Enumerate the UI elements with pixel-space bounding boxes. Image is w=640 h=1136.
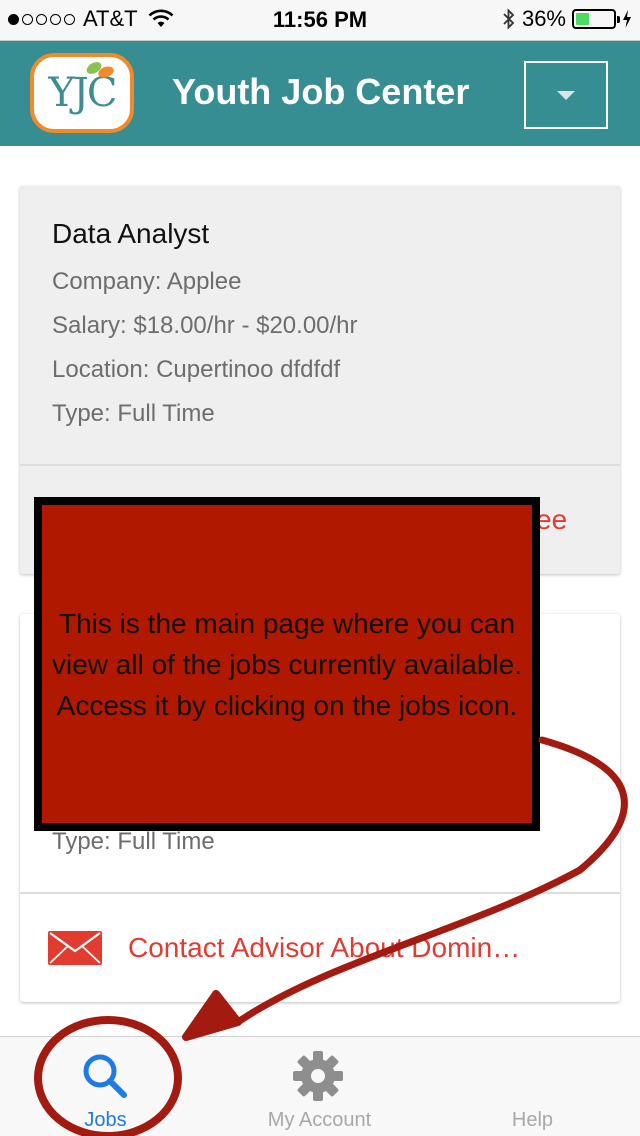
menu-dropdown-button[interactable]: [524, 61, 608, 129]
yjc-logo: YJC: [30, 53, 134, 133]
job-type: Type: Full Time: [52, 400, 215, 427]
job-title: Data Analyst: [52, 218, 210, 249]
mail-icon: [48, 931, 102, 965]
contact-advisor-label: ee: [536, 504, 568, 535]
job-salary: Salary: $18.00/hr - $20.00/hr: [52, 312, 358, 339]
tab-label: Help: [511, 1109, 554, 1131]
tutorial-tooltip: This is the main page where you can view…: [34, 497, 540, 831]
tab-help[interactable]: Help: [426, 1037, 639, 1136]
search-icon: [83, 1054, 127, 1098]
tab-label: My Account: [267, 1109, 372, 1131]
tab-my-account[interactable]: My Account: [213, 1037, 426, 1136]
chevron-down-icon: [557, 90, 575, 100]
status-right: 36%: [502, 6, 632, 32]
app-title: Youth Job Center: [172, 71, 470, 112]
tab-bar: Jobs My Account Help: [0, 1036, 640, 1136]
charging-icon: [623, 10, 631, 28]
app-header: YJC Youth Job Center: [0, 40, 640, 146]
battery-fill: [576, 13, 589, 25]
contact-advisor-button[interactable]: Contact Advisor About Domin…: [20, 894, 620, 1002]
status-bar: AT&T 11:56 PM 36%: [0, 0, 640, 40]
battery-icon: [572, 9, 620, 29]
job-info: Data Analyst Company: Applee Salary: $18…: [52, 218, 600, 436]
bluetooth-icon: [503, 8, 515, 30]
tab-label: Jobs: [84, 1109, 127, 1131]
app-screen: AT&T 11:56 PM 36% YJC Youth Job Center D…: [0, 0, 640, 1136]
job-location: Location: Cupertinoo dfdfdf: [52, 356, 341, 383]
gear-icon: [293, 1051, 343, 1101]
contact-advisor-label: Contact Advisor About Domin…: [128, 932, 521, 963]
battery-percent: 36%: [521, 6, 566, 31]
job-company: Company: Applee: [52, 268, 242, 295]
tab-jobs[interactable]: Jobs: [0, 1037, 213, 1136]
tutorial-text: This is the main page where you can view…: [51, 607, 522, 721]
